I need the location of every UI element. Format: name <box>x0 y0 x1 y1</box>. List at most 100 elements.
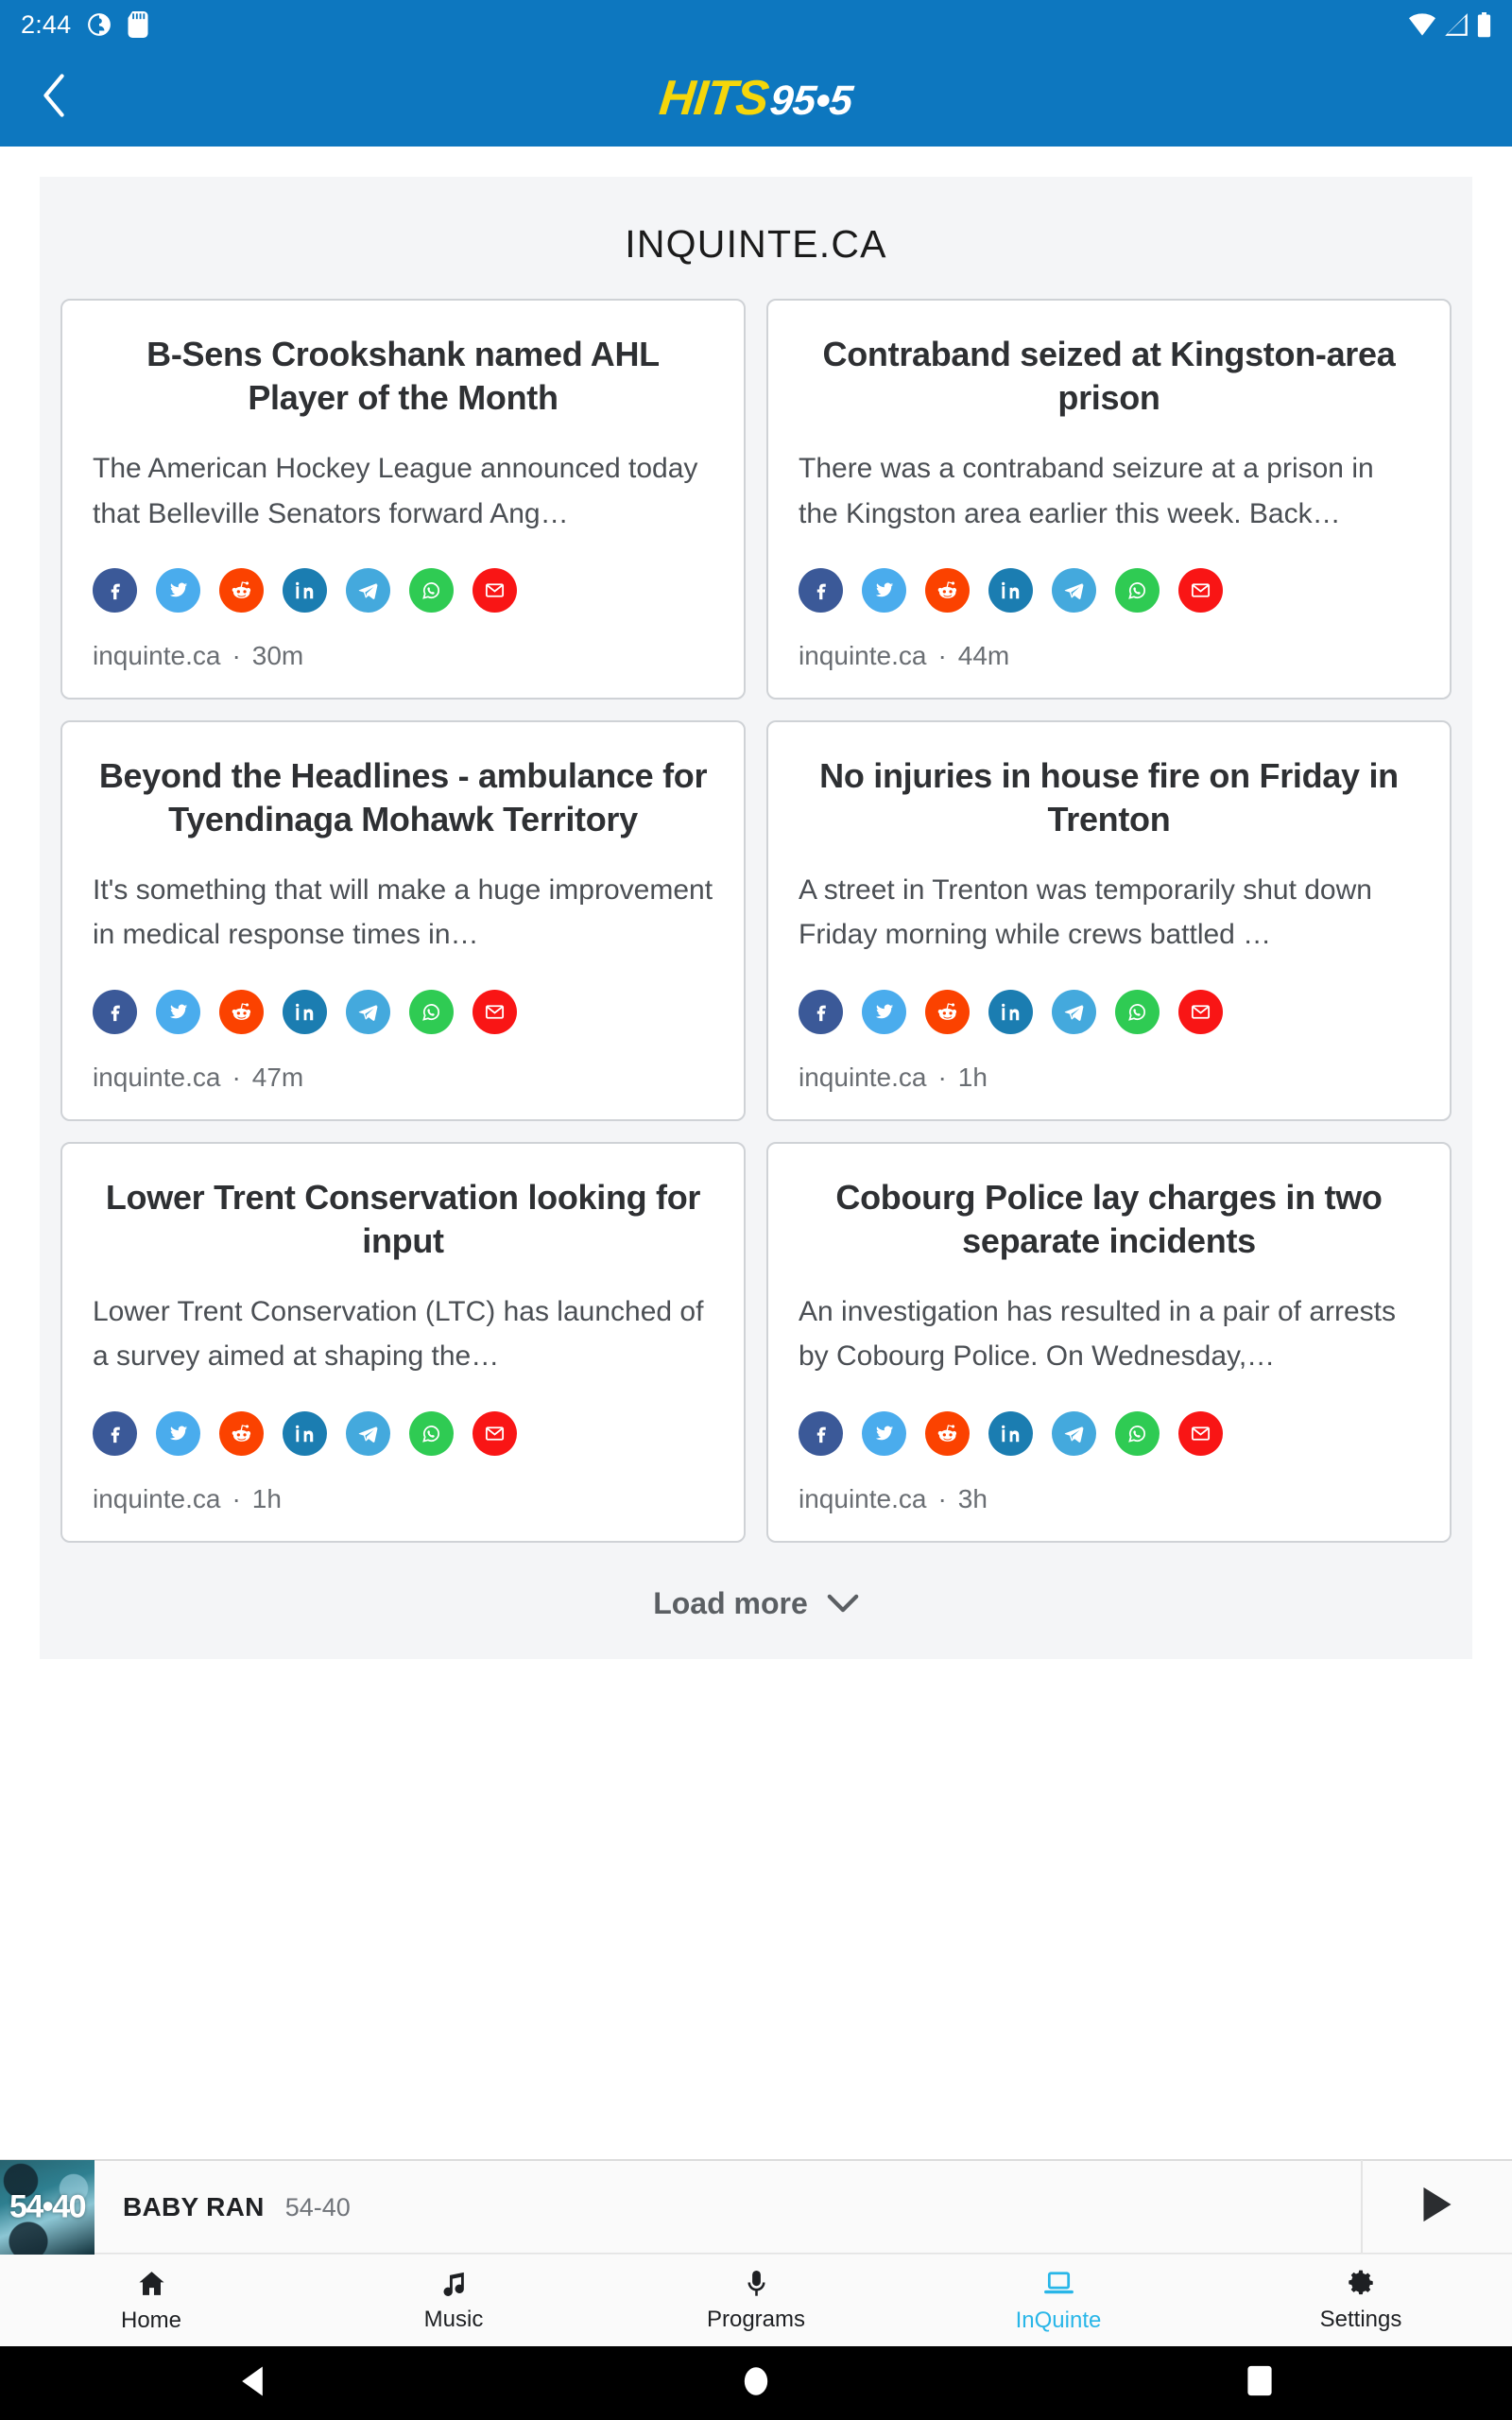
share-reddit-button[interactable] <box>925 567 970 613</box>
share-linkedin-button[interactable] <box>283 1410 327 1456</box>
nav-item-home[interactable]: Home <box>0 2268 302 2334</box>
share-whatsapp-button[interactable] <box>409 989 454 1034</box>
article-source: inquinte.ca <box>799 1062 927 1092</box>
contacts-sync-icon <box>87 12 112 37</box>
article-source: inquinte.ca <box>93 640 221 670</box>
nav-label: InQuinte <box>1015 2307 1102 2333</box>
share-email-button[interactable] <box>1178 1410 1223 1456</box>
share-row <box>799 1410 1419 1456</box>
now-playing-info: BABY RAN 54-40 <box>94 2192 1361 2222</box>
article-time: 44m <box>957 640 1010 670</box>
nav-item-inquinte[interactable]: InQuinte <box>907 2268 1210 2334</box>
load-more-button[interactable]: Load more <box>60 1586 1452 1621</box>
article-meta: inquinte.ca · 30m <box>93 641 713 671</box>
article-title: Contraband seized at Kingston-area priso… <box>822 335 1396 418</box>
share-reddit-button[interactable] <box>219 989 264 1034</box>
share-whatsapp-button[interactable] <box>1115 989 1160 1034</box>
share-facebook-button[interactable] <box>93 1410 137 1456</box>
share-telegram-button[interactable] <box>346 989 390 1034</box>
share-facebook-button[interactable] <box>799 989 843 1034</box>
share-email-button[interactable] <box>472 567 517 613</box>
meta-separator: · <box>937 1062 947 1092</box>
share-reddit-button[interactable] <box>925 989 970 1034</box>
meta-separator: · <box>937 1483 947 1513</box>
app-root: 2:44 HITS 95•5 INQUINTE.CA B-Sens Crooks… <box>0 0 1512 2420</box>
share-reddit-button[interactable] <box>925 1410 970 1456</box>
share-facebook-button[interactable] <box>799 1410 843 1456</box>
track-title: BABY RAN <box>123 2191 265 2221</box>
share-twitter-button[interactable] <box>862 567 906 613</box>
share-twitter-button[interactable] <box>156 567 200 613</box>
share-whatsapp-button[interactable] <box>1115 1410 1160 1456</box>
share-row <box>93 567 713 613</box>
share-linkedin-button[interactable] <box>988 989 1033 1034</box>
nav-item-programs[interactable]: Programs <box>605 2269 907 2333</box>
article-card[interactable]: Lower Trent Conservation looking for inp… <box>60 1141 746 1543</box>
share-email-button[interactable] <box>472 1410 517 1456</box>
share-facebook-button[interactable] <box>93 567 137 613</box>
article-card[interactable]: Contraband seized at Kingston-area priso… <box>766 299 1452 700</box>
system-home-button[interactable] <box>504 2365 1007 2402</box>
share-whatsapp-button[interactable] <box>1115 567 1160 613</box>
system-back-button[interactable] <box>0 2365 504 2402</box>
article-card[interactable]: Cobourg Police lay charges in two separa… <box>766 1141 1452 1543</box>
nav-item-music[interactable]: Music <box>302 2269 605 2333</box>
share-whatsapp-button[interactable] <box>409 1410 454 1456</box>
share-telegram-button[interactable] <box>346 567 390 613</box>
inquinte-panel: INQUINTE.CA B-Sens Crookshank named AHL … <box>40 177 1472 1659</box>
share-telegram-button[interactable] <box>1052 567 1096 613</box>
share-linkedin-button[interactable] <box>283 567 327 613</box>
share-twitter-button[interactable] <box>862 1410 906 1456</box>
nav-item-settings[interactable]: Settings <box>1210 2268 1512 2333</box>
article-time: 30m <box>251 640 304 670</box>
system-recents-button[interactable] <box>1008 2365 1512 2401</box>
sd-card-icon <box>128 11 148 38</box>
microphone-icon <box>742 2269 771 2298</box>
content-scroll-area[interactable]: INQUINTE.CA B-Sens Crookshank named AHL … <box>0 147 1512 2159</box>
share-facebook-button[interactable] <box>799 567 843 613</box>
share-twitter-button[interactable] <box>156 989 200 1034</box>
share-twitter-button[interactable] <box>156 1410 200 1456</box>
article-excerpt: Lower Trent Conservation (LTC) has launc… <box>93 1296 704 1373</box>
back-button[interactable] <box>28 73 79 124</box>
cellular-signal-icon <box>1444 12 1469 37</box>
share-email-button[interactable] <box>1178 989 1223 1034</box>
article-time: 3h <box>957 1483 988 1513</box>
share-email-button[interactable] <box>1178 567 1223 613</box>
share-twitter-button[interactable] <box>862 989 906 1034</box>
play-button[interactable] <box>1361 2159 1512 2255</box>
share-reddit-button[interactable] <box>219 567 264 613</box>
share-row <box>93 1410 713 1456</box>
gear-icon <box>1346 2268 1376 2298</box>
status-bar-right <box>1409 11 1491 38</box>
share-telegram-button[interactable] <box>1052 989 1096 1034</box>
share-linkedin-button[interactable] <box>988 567 1033 613</box>
share-row <box>799 567 1419 613</box>
article-time: 1h <box>251 1483 282 1513</box>
mini-player[interactable]: 54•40 BABY RAN 54-40 <box>0 2159 1512 2255</box>
status-bar-left: 2:44 <box>21 10 148 40</box>
share-linkedin-button[interactable] <box>283 989 327 1034</box>
logo-primary-text: HITS <box>657 70 771 126</box>
article-card[interactable]: B-Sens Crookshank named AHL Player of th… <box>60 299 746 700</box>
share-email-button[interactable] <box>472 989 517 1034</box>
share-telegram-button[interactable] <box>1052 1410 1096 1456</box>
share-whatsapp-button[interactable] <box>409 567 454 613</box>
recents-square-icon <box>1246 2365 1273 2401</box>
nav-label: Music <box>423 2306 484 2332</box>
article-source: inquinte.ca <box>93 1483 221 1513</box>
music-note-icon <box>439 2269 469 2298</box>
article-time: 47m <box>251 1062 304 1092</box>
meta-separator: · <box>232 640 241 670</box>
meta-separator: · <box>232 1483 241 1513</box>
article-title: B-Sens Crookshank named AHL Player of th… <box>146 335 660 418</box>
share-row <box>799 989 1419 1034</box>
share-linkedin-button[interactable] <box>988 1410 1033 1456</box>
article-card[interactable]: Beyond the Headlines - ambulance for Tye… <box>60 719 746 1121</box>
article-card[interactable]: No injuries in house fire on Friday in T… <box>766 719 1452 1121</box>
share-facebook-button[interactable] <box>93 989 137 1034</box>
share-telegram-button[interactable] <box>346 1410 390 1456</box>
share-reddit-button[interactable] <box>219 1410 264 1456</box>
logo-secondary-text: 95•5 <box>767 77 855 124</box>
meta-separator: · <box>232 1062 241 1092</box>
